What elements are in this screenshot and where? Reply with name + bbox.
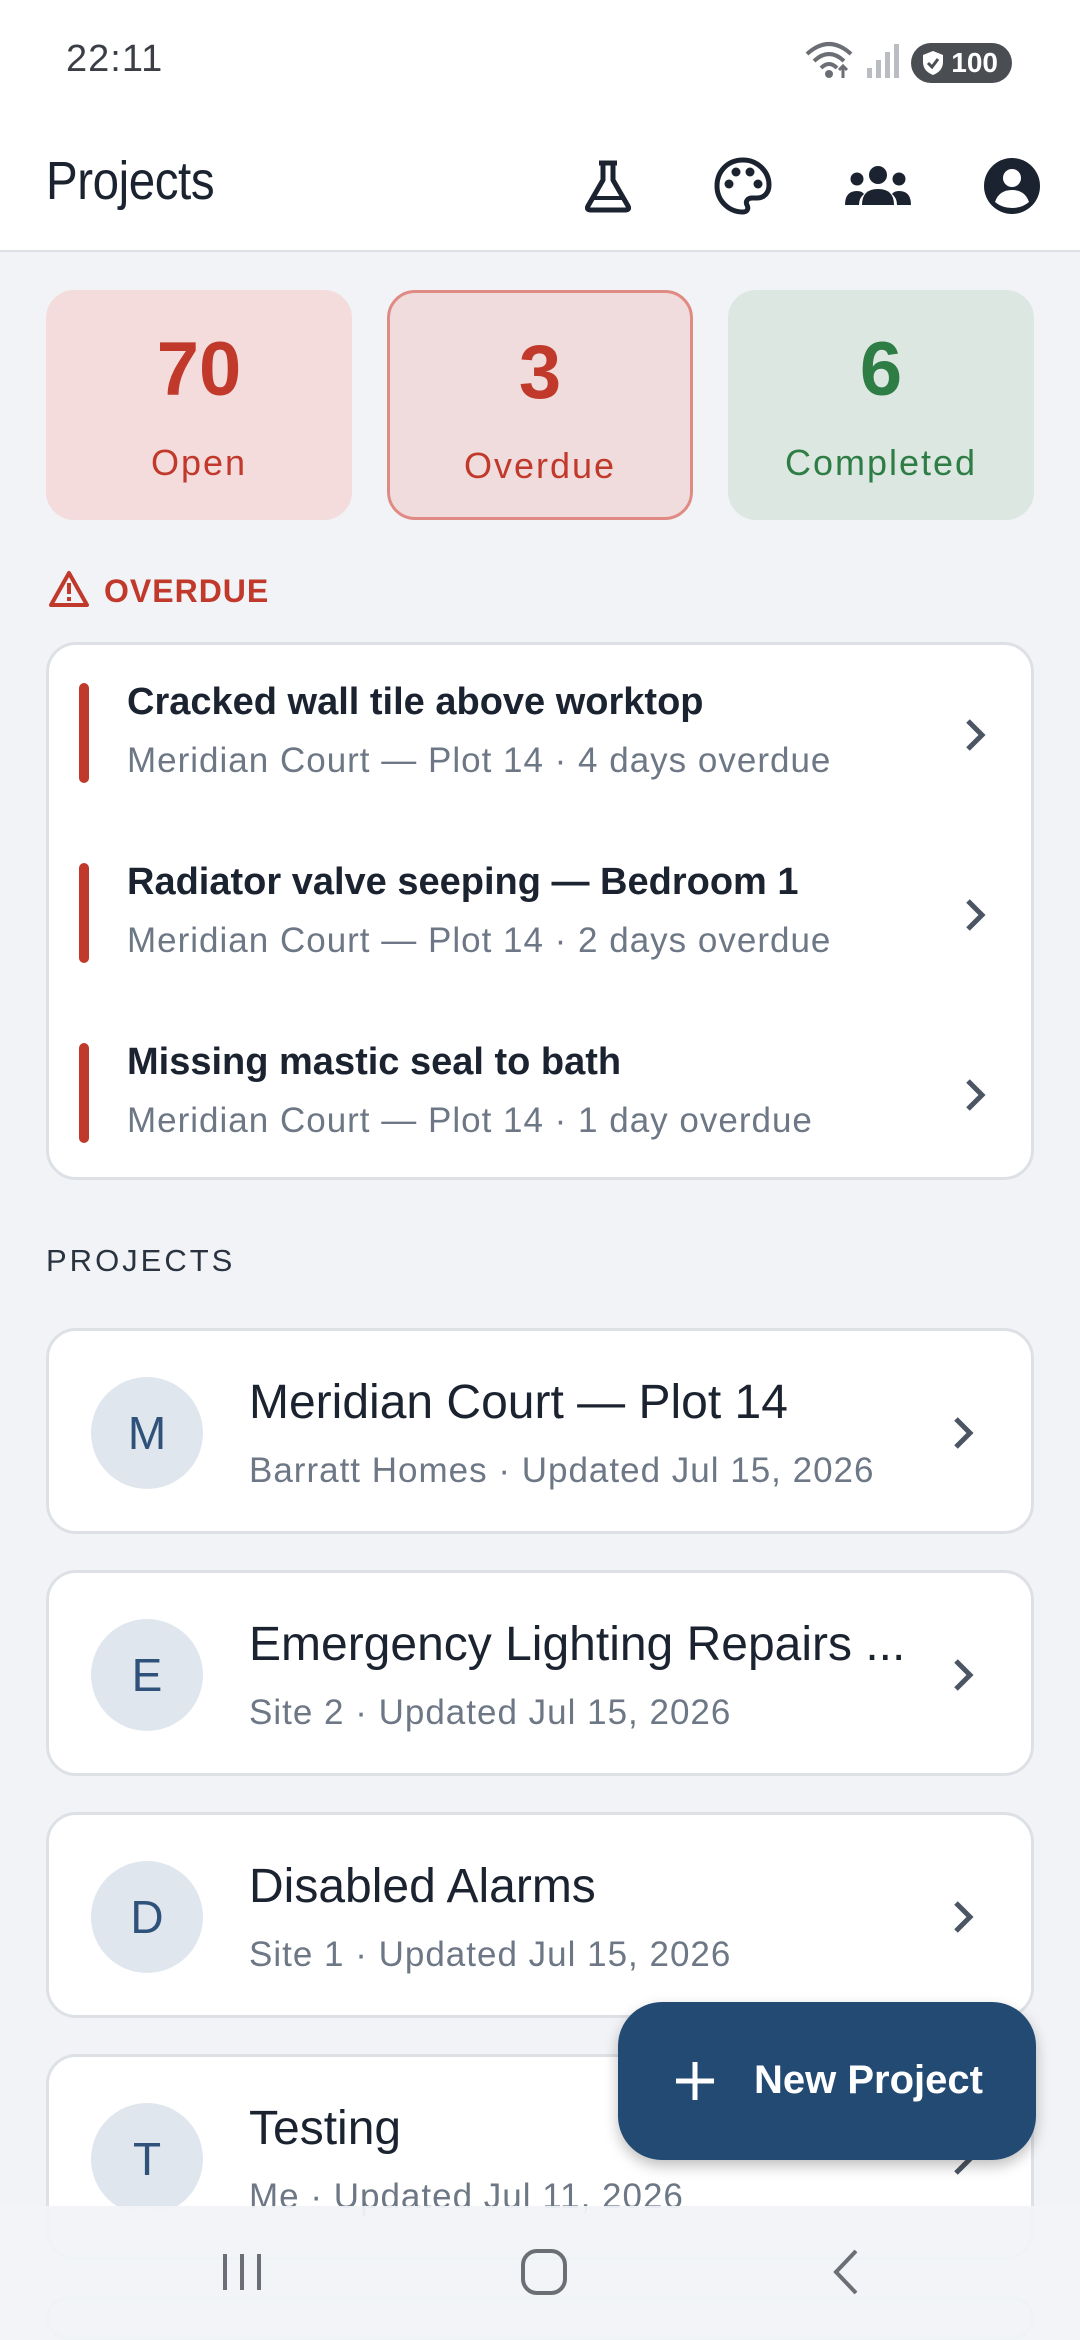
- overdue-item[interactable]: Missing mastic seal to bath Meridian Cou…: [49, 1005, 1031, 1165]
- overdue-heading: OVERDUE: [104, 573, 270, 609]
- battery-shield-icon: [923, 50, 944, 75]
- status-bar: 22:11 100: [0, 0, 1080, 120]
- chevron-right-icon: [954, 1659, 974, 1691]
- signal-icon: [865, 40, 901, 85]
- overdue-item-title: Radiator valve seeping — Bedroom 1: [127, 861, 799, 903]
- app-bar: Projects: [0, 120, 1080, 252]
- project-card[interactable]: M Meridian Court — Plot 14 Barratt Homes…: [46, 1328, 1034, 1534]
- projects-heading: PROJECTS: [46, 1243, 236, 1278]
- open-count: 70: [156, 327, 242, 412]
- project-avatar: M: [91, 1377, 203, 1489]
- project-meta: Barratt Homes · Updated Jul 15, 2026: [249, 1451, 875, 1490]
- overdue-list: Cracked wall tile above worktop Meridian…: [46, 642, 1034, 1180]
- completed-count: 6: [859, 327, 903, 412]
- overdue-stat-card[interactable]: 3 Overdue: [387, 290, 693, 520]
- overdue-indicator: [79, 1043, 89, 1143]
- overdue-item-subtitle: Meridian Court — Plot 14 · 4 days overdu…: [127, 741, 832, 780]
- overdue-item-subtitle: Meridian Court — Plot 14 · 1 day overdue: [127, 1101, 813, 1140]
- page-title: Projects: [46, 151, 215, 211]
- overdue-item-title: Cracked wall tile above worktop: [127, 681, 704, 723]
- overdue-indicator: [79, 683, 89, 783]
- project-meta: Site 2 · Updated Jul 15, 2026: [249, 1693, 732, 1732]
- overdue-item[interactable]: Radiator valve seeping — Bedroom 1 Merid…: [49, 825, 1031, 985]
- open-label: Open: [150, 442, 248, 483]
- open-stat-card[interactable]: 70 Open: [46, 290, 352, 520]
- palette-icon[interactable]: [695, 138, 791, 234]
- project-name: Emergency Lighting Repairs ...: [249, 1618, 906, 1671]
- project-meta: Site 1 · Updated Jul 15, 2026: [249, 1935, 732, 1974]
- flask-icon[interactable]: [560, 138, 656, 234]
- overdue-indicator: [79, 863, 89, 963]
- chevron-right-icon: [966, 899, 986, 931]
- account-icon[interactable]: [964, 138, 1060, 234]
- overdue-item-title: Missing mastic seal to bath: [127, 1041, 622, 1083]
- project-name: Disabled Alarms: [249, 1860, 596, 1913]
- status-icons: 100: [803, 40, 1012, 85]
- chevron-right-icon: [966, 1079, 986, 1111]
- project-name: Meridian Court — Plot 14: [249, 1376, 788, 1429]
- overdue-item-subtitle: Meridian Court — Plot 14 · 2 days overdu…: [127, 921, 832, 960]
- system-nav-bar: [0, 2206, 1080, 2340]
- overdue-label: Overdue: [463, 445, 617, 486]
- completed-label: Completed: [784, 442, 978, 483]
- project-avatar: T: [91, 2103, 203, 2215]
- plus-icon: [676, 2062, 714, 2100]
- chevron-right-icon: [954, 1417, 974, 1449]
- overdue-count: 3: [518, 330, 562, 415]
- new-project-label: New Project: [754, 2058, 983, 2102]
- overdue-section-header: OVERDUE: [48, 570, 269, 613]
- overdue-item[interactable]: Cracked wall tile above worktop Meridian…: [49, 645, 1031, 805]
- status-time: 22:11: [66, 38, 164, 80]
- home-icon[interactable]: [504, 2242, 584, 2302]
- completed-stat-card[interactable]: 6 Completed: [728, 290, 1034, 520]
- project-card[interactable]: E Emergency Lighting Repairs ... Site 2 …: [46, 1570, 1034, 1776]
- battery-level: 100: [951, 46, 998, 78]
- warning-icon: [48, 570, 90, 613]
- back-icon[interactable]: [806, 2242, 886, 2302]
- project-avatar: E: [91, 1619, 203, 1731]
- project-avatar: D: [91, 1861, 203, 1973]
- project-card[interactable]: D Disabled Alarms Site 1 · Updated Jul 1…: [46, 1812, 1034, 2018]
- chevron-right-icon: [966, 719, 986, 751]
- chevron-right-icon: [954, 1901, 974, 1933]
- battery-indicator: 100: [911, 42, 1012, 83]
- wifi-icon: [803, 40, 855, 85]
- new-project-button[interactable]: New Project: [618, 2002, 1036, 2160]
- group-icon[interactable]: [830, 138, 926, 234]
- recent-apps-icon[interactable]: [202, 2242, 282, 2302]
